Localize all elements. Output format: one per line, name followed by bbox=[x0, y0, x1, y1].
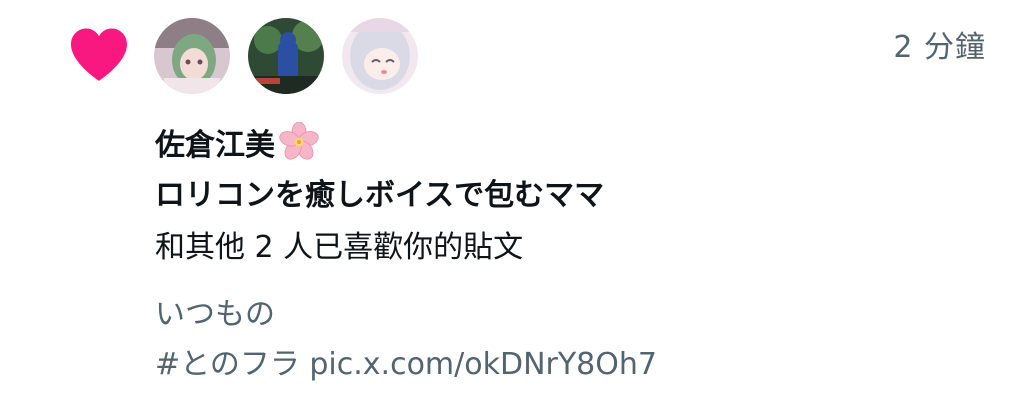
avatar[interactable] bbox=[342, 18, 418, 94]
like-notification[interactable]: 2 分鐘 佐倉江美 ロリコンを癒しボイスで包むママ 和其他 2 人已喜歡你的貼文… bbox=[0, 0, 1024, 406]
notification-action-text: 和其他 2 人已喜歡你的貼文 bbox=[155, 230, 524, 265]
post-preview-line: いつもの bbox=[155, 297, 275, 332]
user-name: 佐倉江美 bbox=[155, 128, 275, 163]
post-preview-line: #とのフラ pic.x.com/okDNrY8Oh7 bbox=[155, 347, 657, 382]
user-display-subtitle[interactable]: ロリコンを癒しボイスで包むママ bbox=[155, 170, 604, 214]
post-preview[interactable]: いつもの #とのフラ pic.x.com/okDNrY8Oh7 bbox=[155, 290, 657, 390]
avatar[interactable] bbox=[154, 18, 230, 94]
user-name-link[interactable]: 佐倉江美 bbox=[155, 120, 319, 164]
heart-icon bbox=[71, 28, 127, 81]
timestamp: 2 分鐘 bbox=[893, 30, 986, 65]
avatar[interactable] bbox=[248, 18, 324, 94]
sakura-icon bbox=[279, 122, 319, 160]
